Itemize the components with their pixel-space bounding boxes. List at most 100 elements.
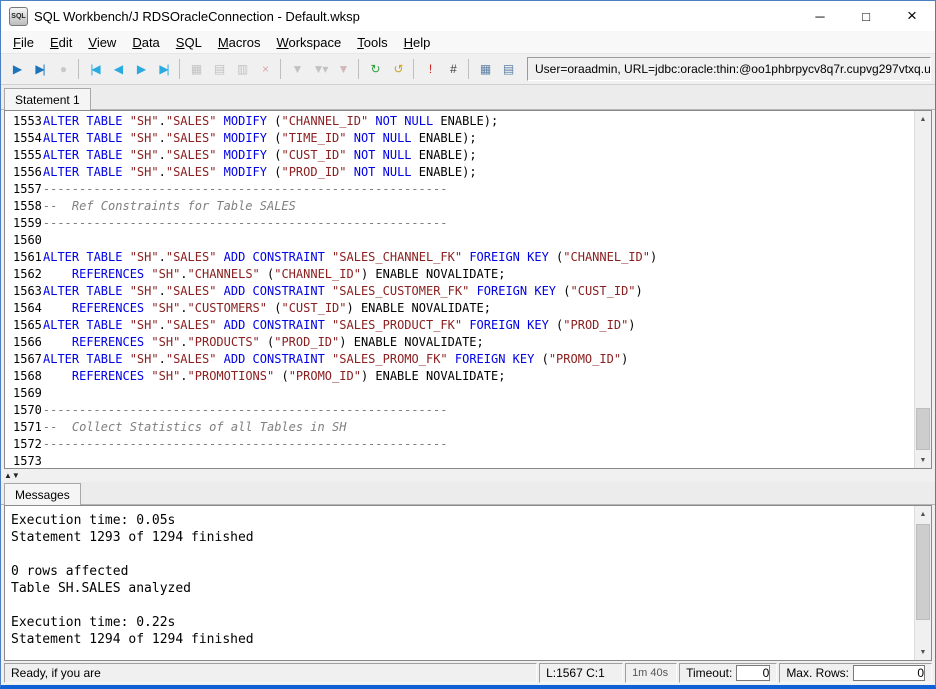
editor-line[interactable]: 1566 REFERENCES "SH"."PRODUCTS" ("PROD_I… [5,334,931,351]
commit-button[interactable]: ↻ [363,57,386,81]
define-filter-button[interactable]: ▼▾ [308,57,331,81]
reset-filter-button[interactable]: ▼ [331,57,354,81]
selection-filter-button[interactable]: ▼ [285,57,308,81]
execute-all-button[interactable]: ▶ [5,57,28,81]
menu-data[interactable]: Data [124,33,167,52]
messages-text: Execution time: 0.05sStatement 1293 of 1… [5,506,931,648]
tab-statement-1[interactable]: Statement 1 [4,88,91,110]
splitter-up-icon[interactable]: ▲ [4,472,12,480]
delete-row-icon: × [262,63,267,75]
last-statement-button[interactable]: ▶| [152,57,175,81]
delete-row-button[interactable]: × [253,57,276,81]
editor-scrollbar-thumb[interactable] [916,408,930,450]
code-text: ALTER TABLE "SH"."SALES" MODIFY ("TIME_I… [43,130,477,147]
previous-statement-button[interactable]: ◀ [106,57,129,81]
scroll-down-icon[interactable]: ▼ [915,452,931,468]
rollback-button[interactable]: ↺ [386,57,409,81]
copy-row-button[interactable]: ▥ [230,57,253,81]
editor-messages-splitter[interactable]: ▲ ▼ [1,469,935,482]
minimize-button[interactable]: ─ [797,1,843,31]
toolbar: ▶▶|●|◀◀▶▶|▦▤▥×▼▼▾▼↻↺!#▦▤ User=oraadmin, … [1,54,935,85]
editor-line[interactable]: 1565ALTER TABLE "SH"."SALES" ADD CONSTRA… [5,317,931,334]
menu-file[interactable]: File [5,33,42,52]
first-statement-button[interactable]: |◀ [83,57,106,81]
editor-line[interactable]: 1557------------------------------------… [5,181,931,198]
editor-line[interactable]: 1573 [5,453,931,469]
toolbar-separator [413,59,414,79]
next-statement-button[interactable]: ▶ [129,57,152,81]
value-grid-button[interactable]: # [441,57,464,81]
title-bar: SQL SQL Workbench/J RDSOracleConnection … [1,1,935,31]
scroll-down-icon[interactable]: ▼ [915,644,931,660]
messages-scrollbar-thumb[interactable] [916,524,930,620]
toolbar-separator [179,59,180,79]
editor-line[interactable]: 1556ALTER TABLE "SH"."SALES" MODIFY ("PR… [5,164,931,181]
splitter-down-icon[interactable]: ▼ [12,472,20,480]
close-button[interactable]: × [889,1,935,31]
editor-line[interactable]: 1567ALTER TABLE "SH"."SALES" ADD CONSTRA… [5,351,931,368]
menu-help[interactable]: Help [396,33,439,52]
tab-messages[interactable]: Messages [4,483,81,505]
editor-line[interactable]: 1559------------------------------------… [5,215,931,232]
editor-line[interactable]: 1562 REFERENCES "SH"."CHANNELS" ("CHANNE… [5,266,931,283]
timeout-input[interactable] [736,665,770,681]
editor-line[interactable]: 1563ALTER TABLE "SH"."SALES" ADD CONSTRA… [5,283,931,300]
menu-edit[interactable]: Edit [42,33,80,52]
db-tree-button[interactable]: ▤ [496,57,519,81]
code-text: ----------------------------------------… [43,181,448,198]
cancel-execution-button[interactable]: ● [51,57,74,81]
editor-line[interactable]: 1569 [5,385,931,402]
menu-workspace[interactable]: Workspace [268,33,349,52]
line-number: 1571 [5,419,43,436]
editor-line[interactable]: 1555ALTER TABLE "SH"."SALES" MODIFY ("CU… [5,147,931,164]
execute-current-button[interactable]: ▶| [28,57,51,81]
editor-lines: 1553ALTER TABLE "SH"."SALES" MODIFY ("CH… [5,111,931,469]
toolbar-separator [358,59,359,79]
line-number: 1566 [5,334,43,351]
code-text: ----------------------------------------… [43,402,448,419]
toolbar-separator [280,59,281,79]
insert-row-button[interactable]: ▤ [207,57,230,81]
editor-scrollbar[interactable]: ▲ ▼ [914,111,931,468]
menu-tools[interactable]: Tools [349,33,395,52]
copy-row-icon: ▥ [237,63,246,75]
code-text: ALTER TABLE "SH"."SALES" MODIFY ("CUST_I… [43,147,477,164]
line-number: 1558 [5,198,43,215]
line-number: 1555 [5,147,43,164]
ignore-errors-button[interactable]: ! [418,57,441,81]
app-icon: SQL [9,7,28,26]
editor-line[interactable]: 1560 [5,232,931,249]
line-number: 1556 [5,164,43,181]
code-text [43,385,50,402]
define-filter-icon: ▼▾ [313,63,327,75]
menu-view[interactable]: View [80,33,124,52]
scroll-up-icon[interactable]: ▲ [915,506,931,522]
save-changes-button[interactable]: ▦ [184,57,207,81]
sql-editor[interactable]: 1553ALTER TABLE "SH"."SALES" MODIFY ("CH… [4,110,932,469]
ignore-errors-icon: ! [429,63,430,75]
max-rows-input[interactable] [853,665,925,681]
menu-macros[interactable]: Macros [210,33,269,52]
editor-line[interactable]: 1568 REFERENCES "SH"."PROMOTIONS" ("PROM… [5,368,931,385]
editor-line[interactable]: 1571-- Collect Statistics of all Tables … [5,419,931,436]
line-number: 1553 [5,113,43,130]
editor-line[interactable]: 1558-- Ref Constraints for Table SALES [5,198,931,215]
code-text: REFERENCES "SH"."PROMOTIONS" ("PROMO_ID"… [43,368,505,385]
commit-icon: ↻ [370,63,378,75]
scroll-up-icon[interactable]: ▲ [915,111,931,127]
menu-sql[interactable]: SQL [168,33,210,52]
line-number: 1570 [5,402,43,419]
cursor-position: L:1567 C:1 [539,663,623,683]
line-number: 1554 [5,130,43,147]
editor-line[interactable]: 1572------------------------------------… [5,436,931,453]
maximize-button[interactable]: □ [843,1,889,31]
db-explorer-button[interactable]: ▦ [473,57,496,81]
editor-line[interactable]: 1554ALTER TABLE "SH"."SALES" MODIFY ("TI… [5,130,931,147]
editor-line[interactable]: 1553ALTER TABLE "SH"."SALES" MODIFY ("CH… [5,113,931,130]
next-statement-icon: ▶ [137,63,144,75]
editor-line[interactable]: 1570------------------------------------… [5,402,931,419]
editor-line[interactable]: 1561ALTER TABLE "SH"."SALES" ADD CONSTRA… [5,249,931,266]
messages-scrollbar[interactable]: ▲ ▼ [914,506,931,660]
reset-filter-icon: ▼ [338,63,348,75]
editor-line[interactable]: 1564 REFERENCES "SH"."CUSTOMERS" ("CUST_… [5,300,931,317]
